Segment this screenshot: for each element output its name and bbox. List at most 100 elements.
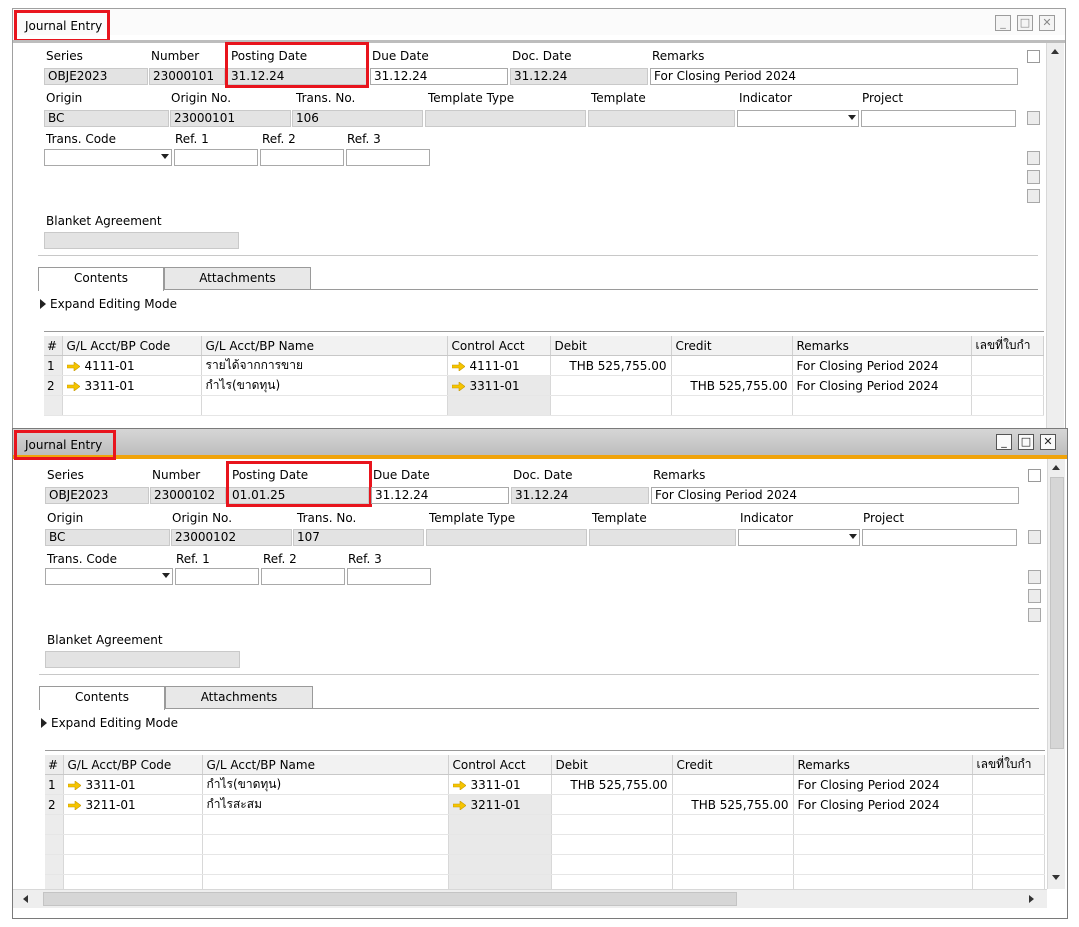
gl-name-cell[interactable]: กำไรสะสม xyxy=(202,794,449,815)
expand-editing-mode[interactable]: Expand Editing Mode xyxy=(40,297,177,311)
link-arrow-icon[interactable] xyxy=(66,361,80,371)
blanket-agreement-field[interactable] xyxy=(44,232,239,249)
gl-name-cell[interactable]: กำไร(ขาดทุน) xyxy=(201,375,448,396)
debit-cell[interactable] xyxy=(551,794,673,815)
debit-cell[interactable]: THB 525,755.00 xyxy=(550,355,672,376)
control-acct-cell[interactable]: 4111-01 xyxy=(447,355,551,376)
tab-contents[interactable]: Contents xyxy=(39,686,165,710)
origin-no-field[interactable]: 23000102 xyxy=(171,529,292,546)
empty-cell[interactable] xyxy=(551,854,673,875)
side-button[interactable] xyxy=(1028,570,1041,584)
column-header[interactable]: G/L Acct/BP Name xyxy=(201,336,448,356)
ref2-field[interactable] xyxy=(261,568,345,585)
empty-cell[interactable] xyxy=(447,395,551,416)
remarks-cell[interactable]: For Closing Period 2024 xyxy=(792,355,972,376)
empty-cell[interactable] xyxy=(793,814,973,835)
origin-field[interactable]: BC xyxy=(45,529,170,546)
table-row[interactable]: 1 3311-01 กำไร(ขาดทุน) 3311-01 THB 525,7… xyxy=(45,774,1045,795)
credit-cell[interactable] xyxy=(671,355,793,376)
ref1-field[interactable] xyxy=(174,149,258,166)
empty-cell[interactable] xyxy=(972,854,1045,875)
minimize-icon[interactable]: _ xyxy=(996,434,1012,450)
title-bar[interactable] xyxy=(13,9,1065,35)
empty-cell[interactable] xyxy=(971,395,1044,416)
series-field[interactable]: OBJE2023 xyxy=(44,68,148,85)
control-acct-cell[interactable]: 3211-01 xyxy=(448,794,552,815)
gl-code-cell[interactable]: 3311-01 xyxy=(63,774,203,795)
template-field[interactable] xyxy=(589,529,736,546)
empty-cell[interactable] xyxy=(793,834,973,855)
template-type-field[interactable] xyxy=(426,529,587,546)
origin-field[interactable]: BC xyxy=(44,110,169,127)
project-field[interactable] xyxy=(861,110,1016,127)
empty-cell[interactable] xyxy=(202,814,449,835)
ref1-field[interactable] xyxy=(175,568,259,585)
empty-cell[interactable] xyxy=(672,814,794,835)
extra-cell[interactable] xyxy=(972,774,1045,795)
side-button[interactable] xyxy=(1028,589,1041,603)
tab-attachments[interactable]: Attachments xyxy=(164,267,311,289)
origin-no-field[interactable]: 23000101 xyxy=(170,110,291,127)
column-header[interactable]: เลขที่ใบกำ xyxy=(972,755,1045,775)
empty-cell[interactable] xyxy=(202,854,449,875)
remarks-cell[interactable]: For Closing Period 2024 xyxy=(793,794,973,815)
empty-cell[interactable] xyxy=(63,854,203,875)
gl-name-cell[interactable]: รายได้จากการขาย xyxy=(201,355,448,376)
remarks-cell[interactable]: For Closing Period 2024 xyxy=(792,375,972,396)
extra-cell[interactable] xyxy=(972,794,1045,815)
due-date-field[interactable]: 31.12.24 xyxy=(371,487,509,504)
side-button[interactable] xyxy=(1027,111,1040,125)
empty-cell[interactable] xyxy=(551,834,673,855)
minimize-icon[interactable]: _ xyxy=(995,15,1011,31)
number-field[interactable]: 23000102 xyxy=(150,487,226,504)
empty-cell[interactable] xyxy=(792,395,972,416)
maximize-icon[interactable]: □ xyxy=(1017,15,1033,31)
side-button[interactable] xyxy=(1027,189,1040,203)
scroll-thumb[interactable] xyxy=(1050,477,1064,749)
close-icon[interactable]: ✕ xyxy=(1039,15,1055,31)
credit-cell[interactable]: THB 525,755.00 xyxy=(671,375,793,396)
table-row[interactable]: 1 4111-01 รายได้จากการขาย 4111-01 THB 52… xyxy=(44,355,1044,376)
remarks-field[interactable]: For Closing Period 2024 xyxy=(651,487,1019,504)
empty-cell[interactable] xyxy=(448,854,552,875)
empty-cell[interactable] xyxy=(202,834,449,855)
column-header[interactable]: เลขที่ใบกำ xyxy=(971,336,1044,356)
side-button[interactable] xyxy=(1027,151,1040,165)
empty-cell[interactable] xyxy=(672,854,794,875)
number-field[interactable]: 23000101 xyxy=(149,68,225,85)
indicator-dropdown[interactable] xyxy=(737,110,859,127)
trans-no-field[interactable]: 107 xyxy=(293,529,424,546)
header-checkbox[interactable] xyxy=(1027,50,1040,63)
gl-code-cell[interactable]: 4111-01 xyxy=(62,355,202,376)
maximize-icon[interactable]: □ xyxy=(1018,434,1034,450)
empty-cell[interactable] xyxy=(201,395,448,416)
doc-date-field[interactable]: 31.12.24 xyxy=(511,487,649,504)
scroll-right-icon[interactable] xyxy=(1029,895,1034,903)
column-header[interactable]: # xyxy=(44,336,63,356)
header-checkbox[interactable] xyxy=(1028,469,1041,482)
project-field[interactable] xyxy=(862,529,1017,546)
debit-cell[interactable]: THB 525,755.00 xyxy=(551,774,673,795)
gl-name-cell[interactable]: กำไร(ขาดทุน) xyxy=(202,774,449,795)
scroll-thumb[interactable] xyxy=(43,892,737,906)
table-row[interactable] xyxy=(45,814,1045,835)
column-header[interactable]: G/L Acct/BP Name xyxy=(202,755,449,775)
link-arrow-icon[interactable] xyxy=(67,800,81,810)
scroll-down-icon[interactable] xyxy=(1052,875,1060,880)
column-header[interactable]: Control Acct xyxy=(448,755,552,775)
empty-cell[interactable] xyxy=(972,814,1045,835)
template-type-field[interactable] xyxy=(425,110,586,127)
vertical-scrollbar[interactable] xyxy=(1047,459,1065,889)
column-header[interactable]: # xyxy=(45,755,64,775)
ref3-field[interactable] xyxy=(347,568,431,585)
table-row[interactable] xyxy=(44,395,1044,416)
ref3-field[interactable] xyxy=(346,149,430,166)
credit-cell[interactable]: THB 525,755.00 xyxy=(672,794,794,815)
link-arrow-icon[interactable] xyxy=(452,800,466,810)
empty-cell[interactable] xyxy=(62,395,202,416)
scroll-left-icon[interactable] xyxy=(23,895,28,903)
empty-cell[interactable] xyxy=(672,834,794,855)
trans-code-dropdown[interactable] xyxy=(45,568,173,585)
table-row[interactable] xyxy=(45,854,1045,875)
trans-code-dropdown[interactable] xyxy=(44,149,172,166)
